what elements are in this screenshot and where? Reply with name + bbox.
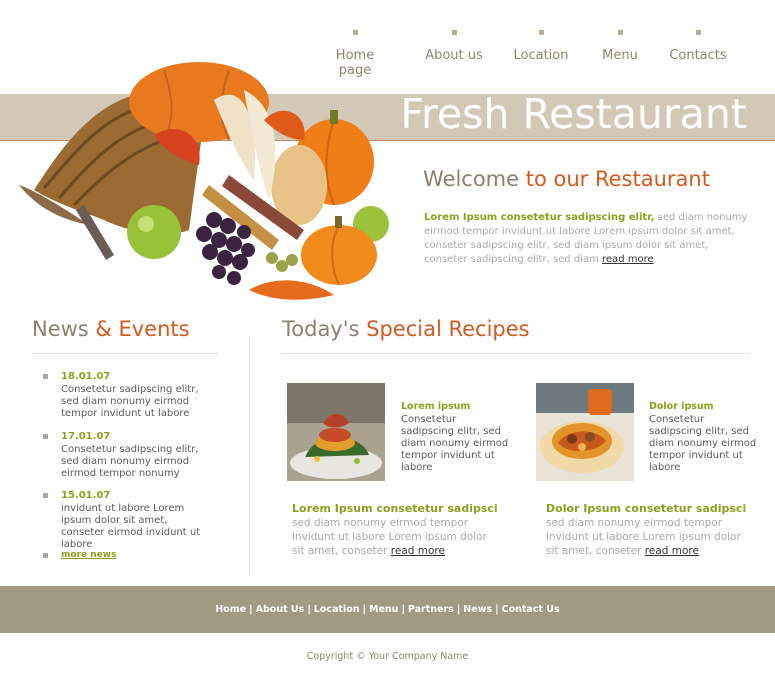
separator: | (495, 604, 499, 615)
nav-dot-icon (538, 30, 544, 35)
nav-dot-icon (695, 30, 701, 35)
column-divider (249, 338, 250, 576)
recipes-heading-accent: Special Recipes (366, 317, 530, 341)
nav-menu[interactable]: Menu (600, 30, 640, 63)
copyright-text: Copyright © Your Company Name (306, 651, 469, 662)
intro-paragraph: Lorem Ipsum consetetur sadipscing elitr,… (424, 211, 750, 267)
nav-dot-icon (617, 30, 623, 35)
recipe-body: sed diam nonumy eirmod tempor invidunt u… (292, 516, 497, 558)
recipe-body: sed diam nonumy eirmod tempor invidunt u… (546, 516, 751, 558)
news-heading-text: News (32, 317, 96, 341)
news-text: Consetetur sadipscing elitr, sed diam no… (61, 444, 199, 479)
recipe-title[interactable]: Lorem ipsum (401, 401, 470, 412)
separator: | (401, 604, 405, 615)
separator: | (307, 604, 311, 615)
footer-nav: Home | About Us | Location | Menu | Partners | New… (0, 604, 775, 615)
nav-label: Location (513, 48, 569, 63)
recipes-heading: Today's Special Recipes (282, 317, 530, 341)
nav-label: About us (425, 48, 483, 63)
nav-dot-icon (451, 30, 457, 35)
news-date: 18.01.07 (61, 371, 111, 382)
bullet-icon (43, 374, 48, 379)
more-news-link[interactable]: more news (61, 550, 116, 560)
bullet-icon (43, 434, 48, 439)
footer-link-partners[interactable]: Partners (408, 604, 454, 615)
recipe-title[interactable]: Dolor ipsum (649, 401, 714, 412)
news-heading-accent: & Events (95, 317, 190, 341)
separator: | (249, 604, 253, 615)
welcome-text: Welcome (423, 167, 526, 191)
footer-link-contact-us[interactable]: Contact Us (502, 604, 560, 615)
footer-link-location[interactable]: Location (314, 604, 360, 615)
separator: | (456, 604, 461, 615)
site-title: Fresh Restaurant (400, 90, 747, 138)
recipes-divider (282, 353, 750, 354)
news-text: invidunt ut labore Lorem ipsum dolor sit… (61, 503, 201, 550)
intro-read-more-link[interactable]: read more (602, 254, 654, 265)
news-date: 17.01.07 (61, 431, 111, 442)
recipes-heading-text: Today's (282, 317, 367, 341)
nav-about-us[interactable]: About us (424, 30, 484, 63)
recipe-text: Consetetur sadipscing elitr, sed diam no… (649, 414, 757, 473)
welcome-heading: Welcome to our Restaurant (423, 167, 710, 191)
recipe-image-scallop[interactable] (536, 383, 634, 481)
news-divider (32, 353, 217, 354)
nav-dot-icon (352, 30, 358, 35)
welcome-accent: to our Restaurant (525, 167, 710, 191)
recipe-body-text: sed diam nonumy eirmod tempor invidunt u… (292, 517, 487, 557)
footer-link-about-us[interactable]: About Us (256, 604, 305, 615)
separator: | (362, 604, 366, 615)
news-heading: News & Events (32, 317, 190, 341)
recipe-text: Consetetur sadipscing elitr, sed diam no… (401, 414, 509, 473)
news-text: Consetetur sadipscing elitr, sed diam no… (61, 384, 199, 419)
recipe-headline[interactable]: Dolor Ipsum consetetur sadipsci (546, 502, 746, 515)
bullet-icon (43, 493, 48, 498)
recipe-body-text: sed diam nonumy eirmod tempor invidunt u… (546, 517, 741, 557)
nav-location[interactable]: Location (512, 30, 570, 63)
news-date: 15.01.07 (61, 490, 111, 501)
footer-link-news[interactable]: News (463, 604, 492, 615)
footer-link-home[interactable]: Home (215, 604, 246, 615)
nav-label: Contacts (669, 48, 727, 63)
recipe-read-more-link[interactable]: read more (645, 545, 699, 557)
recipe-image-salad[interactable] (287, 383, 385, 481)
bullet-icon (43, 553, 48, 558)
nav-contacts[interactable]: Contacts (668, 30, 728, 63)
nav-label: Menu (602, 48, 638, 63)
footer-link-menu[interactable]: Menu (369, 604, 398, 615)
recipe-read-more-link[interactable]: read more (391, 545, 445, 557)
intro-lead: Lorem Ipsum consetetur sadipscing elitr, (424, 212, 655, 223)
cornucopia-image (19, 62, 389, 300)
recipe-headline[interactable]: Lorem Ipsum consetetur sadipsci (292, 502, 498, 515)
